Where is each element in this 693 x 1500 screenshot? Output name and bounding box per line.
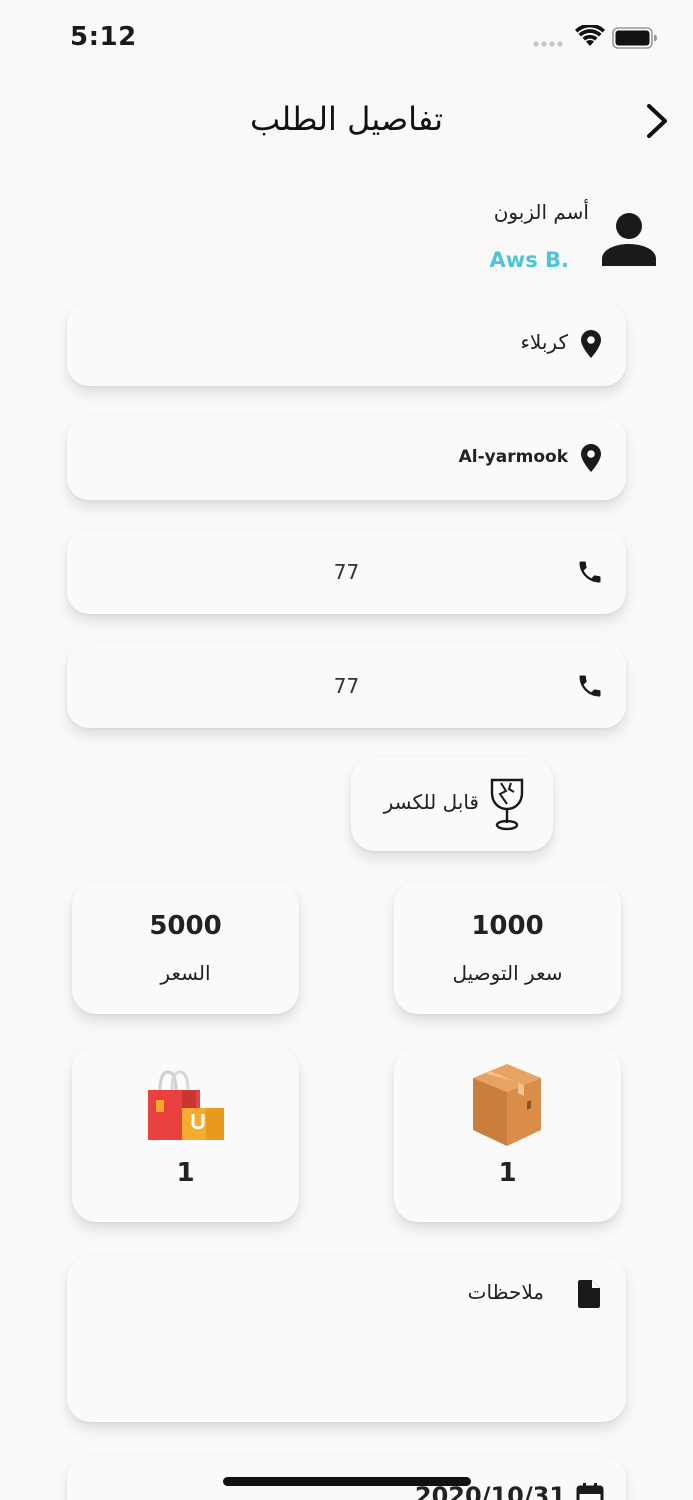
bag-count-card: 1 (72, 1046, 299, 1222)
document-icon (578, 1280, 600, 1308)
delivery-price-label: سعر التوصيل (452, 961, 563, 985)
area-field[interactable]: Al-yarmook (67, 416, 626, 500)
phone-field-2[interactable]: 77 (67, 644, 626, 728)
back-chevron-icon (647, 104, 667, 138)
box-count-card: 1 (394, 1046, 621, 1222)
back-button[interactable] (640, 100, 674, 142)
battery-icon (612, 27, 657, 49)
person-icon (602, 213, 656, 266)
delivery-price-card: 1000 سعر التوصيل (394, 881, 621, 1014)
delivery-price-value: 1000 (471, 911, 544, 941)
area-value: Al-yarmook (458, 447, 568, 467)
wifi-icon (575, 25, 605, 46)
location-pin-icon (581, 444, 601, 472)
price-value: 5000 (149, 911, 222, 941)
box-icon (473, 1064, 541, 1146)
customer-label: أسم الزبون (493, 200, 589, 224)
notes-card[interactable]: ملاحظات (67, 1256, 626, 1422)
calendar-icon (576, 1483, 604, 1500)
phone-value-1: 77 (333, 560, 360, 584)
home-indicator (223, 1477, 471, 1486)
notes-label: ملاحظات (467, 1280, 544, 1304)
phone-field-1[interactable]: 77 (67, 530, 626, 614)
location-pin-icon (581, 330, 601, 358)
price-card: 5000 السعر (72, 881, 299, 1014)
box-count-value: 1 (498, 1158, 517, 1188)
fragile-badge: قابل للكسر (351, 757, 553, 851)
fragile-glass-icon (490, 778, 524, 831)
status-time: 5:12 (70, 22, 137, 52)
city-value: كربلاء (520, 330, 568, 354)
bag-count-value: 1 (176, 1158, 195, 1188)
status-bar: 5:12 (0, 0, 693, 80)
city-field[interactable]: كربلاء (67, 302, 626, 386)
shopping-bag-icon (148, 1070, 224, 1140)
customer-name: Aws B. (489, 248, 569, 272)
signal-icon (533, 41, 563, 47)
phone-value-2: 77 (333, 674, 360, 698)
fragile-label: قابل للكسر (383, 790, 479, 814)
page-title: تفاصيل الطلب (250, 100, 443, 138)
price-label: السعر (160, 961, 211, 985)
